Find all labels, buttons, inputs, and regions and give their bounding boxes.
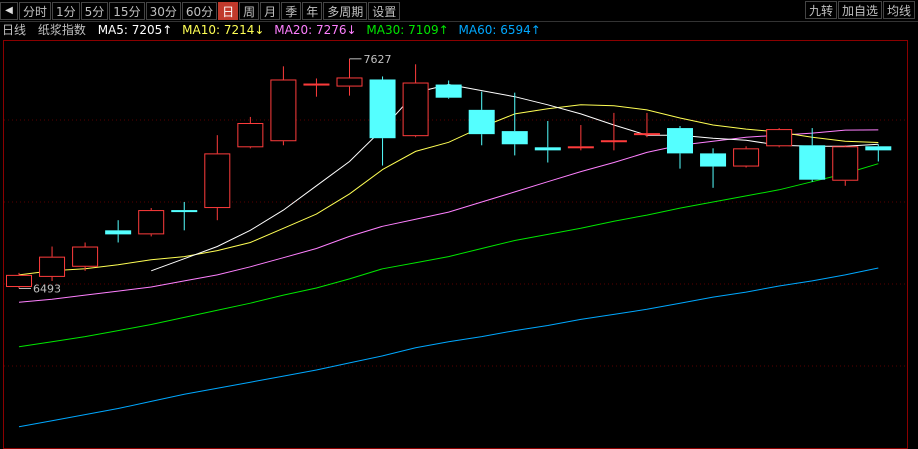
left-triangle-icon[interactable]: ◀ [0,1,18,20]
candle-body-up [303,83,330,86]
ma10-line [18,104,879,276]
right-tool-button[interactable]: 均线 [882,1,915,19]
period-tab[interactable]: 季 [281,1,302,20]
period-tab[interactable]: 1分 [52,1,80,20]
period-tab[interactable]: 日 [218,1,239,20]
candle-body-down [369,79,396,139]
kline-chart[interactable]: 7627 6493 [0,40,918,449]
candle-body-down [865,146,892,151]
candle-body-down [799,145,826,180]
toolbar: ◀ 分时 1分 5分 15分 30分 60分日周月季年多周期 设置 九转 加自选 均线 [0,0,918,22]
legend-instrument-name: 纸浆指数 [37,23,86,37]
legend-ma30: MA30: 7109↑ [366,23,449,37]
candle-body-up [336,77,363,87]
period-tabs: ◀ 分时 1分 5分 15分 30分 60分日周月季年多周期 设置 [0,1,401,20]
candle-body-up [600,140,627,143]
candle-body-down [501,131,528,145]
candle-body-down [534,147,561,151]
legend-ma5: MA5: 7205↑ [97,23,173,37]
legend-ma60: MA60: 6594↑ [458,23,541,37]
candle-body-up [402,82,429,137]
high-label: 7627 [364,53,392,66]
right-tool-button[interactable]: 九转 [804,1,837,19]
candle-body-down [667,128,693,154]
ma30-line [18,163,879,348]
candle-body-up [832,146,859,181]
candle-body-down [700,153,727,167]
ma60-line [18,267,879,428]
period-items: 分时 1分 5分 15分 30分 60分日周月季年多周期 设置 [19,1,401,20]
period-tab[interactable]: 5分 [80,1,109,20]
candle-body-up [567,146,594,149]
candle-body-up [138,210,165,235]
right-tool-button[interactable]: 加自选 [837,1,882,19]
chart-legend: 日线 纸浆指数 MA5: 7205↑ MA10: 7214↓ MA20: 727… [2,22,541,38]
period-tab[interactable]: 年 [302,1,323,20]
period-tab[interactable]: 设置 [368,1,401,20]
candle-body-up [270,79,297,142]
legend-ma10: MA10: 7214↓ [182,23,265,37]
candle-body-up [633,133,660,136]
candle-body-up [6,274,32,288]
candle-body-up [39,256,66,277]
candle-body-down [105,230,132,235]
candle-body-down [435,84,462,98]
candle-body-up [766,129,793,147]
candle-body-up [204,153,231,209]
period-tab[interactable]: 30分 [145,1,181,20]
period-tab[interactable]: 60分 [181,1,218,20]
legend-period: 日线 [2,23,27,37]
candle-body-up [733,148,760,167]
period-tab[interactable]: 分时 [19,1,52,20]
period-tab[interactable]: 月 [260,1,281,20]
candle-body-up [72,246,99,267]
candle-body-down [171,210,198,213]
candle-body-up [237,123,264,148]
period-tab[interactable]: 15分 [109,1,145,20]
period-tab[interactable]: 多周期 [323,1,368,20]
plot-frame [3,40,908,449]
right-tools: 九转 加自选 均线 [804,1,916,19]
legend-ma20: MA20: 7276↓ [274,23,357,37]
low-label: 6493 [33,282,61,295]
period-tab[interactable]: 周 [239,1,260,20]
candle-body-down [468,109,495,135]
